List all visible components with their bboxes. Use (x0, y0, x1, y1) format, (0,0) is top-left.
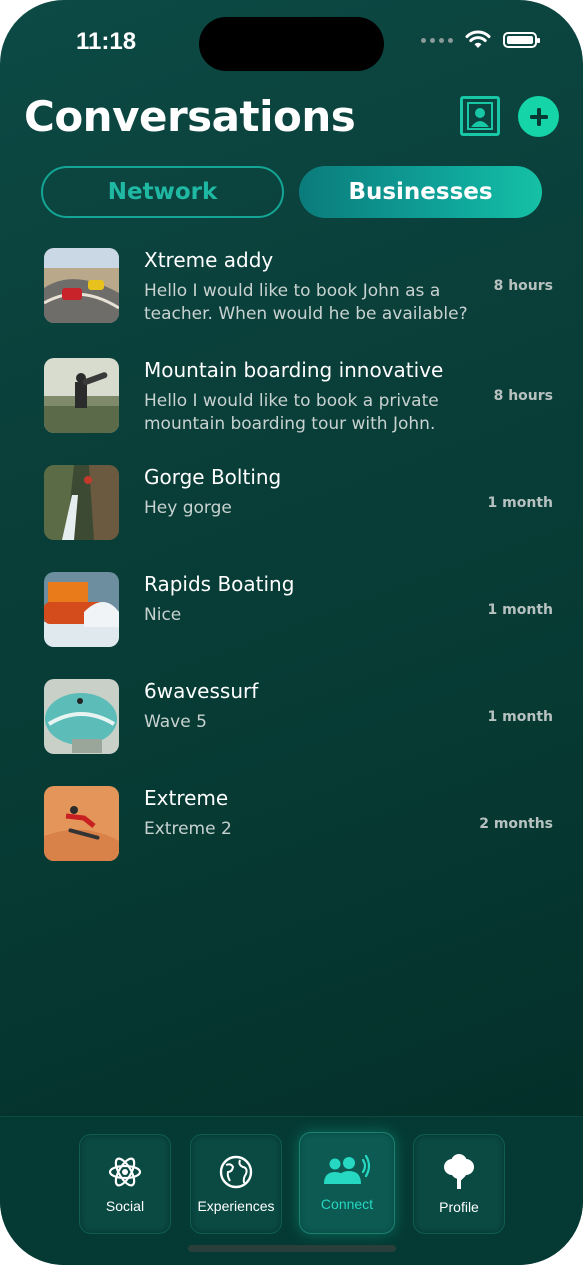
battery-icon (503, 32, 540, 48)
conversation-name: Gorge Bolting (144, 465, 282, 489)
conversation-message: Extreme 2 (144, 819, 232, 839)
wifi-icon (465, 30, 491, 48)
conversation-message: Wave 5 (144, 712, 207, 732)
conversation-message: Hey gorge (144, 498, 232, 518)
conversation-name: Extreme (144, 786, 229, 810)
phone-screen: 11:18 Conversations Network Businesses X… (0, 0, 583, 1265)
conversation-avatar (44, 248, 119, 323)
conversation-row[interactable]: Mountain boarding innovative Hello I wou… (0, 346, 583, 453)
conversation-time: 2 months (479, 816, 553, 832)
conversation-message: Hello I would like to book a private mou… (144, 391, 439, 434)
conversation-avatar (44, 679, 119, 754)
tab-bar: Social Experiences Connect Profile (0, 1116, 583, 1265)
conversation-name: 6wavessurf (144, 679, 259, 703)
status-time: 11:18 (76, 28, 137, 55)
conversation-row[interactable]: Rapids Boating Nice 1 month (0, 560, 583, 667)
conversation-avatar (44, 465, 119, 540)
tab-label: Profile (439, 1199, 479, 1215)
conversation-avatar (44, 358, 119, 433)
tab-label: Connect (320, 1196, 374, 1212)
tab-social[interactable]: Social (79, 1134, 171, 1234)
dynamic-island (199, 17, 384, 71)
conversation-row[interactable]: Extreme Extreme 2 2 months (0, 774, 583, 881)
tab-label: Experiences (197, 1198, 275, 1214)
conversation-list: Xtreme addy Hello I would like to book J… (0, 236, 583, 881)
tab-businesses[interactable]: Businesses (299, 166, 542, 218)
conversation-time: 8 hours (493, 388, 553, 404)
conversation-time: 1 month (487, 495, 553, 511)
signal-icon (421, 37, 453, 43)
contacts-button[interactable] (460, 96, 500, 136)
conversation-time: 1 month (487, 602, 553, 618)
tab-profile[interactable]: Profile (413, 1134, 505, 1234)
tab-network[interactable]: Network (41, 166, 284, 218)
conversation-row[interactable]: Xtreme addy Hello I would like to book J… (0, 236, 583, 343)
conversation-time: 8 hours (493, 278, 553, 294)
tab-label: Social (105, 1198, 145, 1214)
conversation-avatar (44, 786, 119, 861)
page-title: Conversations (24, 92, 356, 141)
contact-card-icon (467, 102, 493, 130)
atom-icon (108, 1157, 142, 1187)
plus-icon (529, 107, 548, 126)
globe-icon (219, 1155, 253, 1189)
conversation-time: 1 month (487, 709, 553, 725)
conversation-name: Rapids Boating (144, 572, 295, 596)
conversation-message: Hello I would like to book John as a tea… (144, 281, 468, 324)
conversation-avatar (44, 572, 119, 647)
new-conversation-button[interactable] (518, 96, 559, 137)
conversation-name: Mountain boarding innovative (144, 358, 444, 382)
people-icon (324, 1154, 371, 1184)
conversation-message: Nice (144, 605, 182, 625)
home-indicator[interactable] (188, 1245, 396, 1252)
tab-experiences[interactable]: Experiences (190, 1134, 282, 1234)
tree-icon (444, 1154, 474, 1189)
status-icons (421, 30, 540, 50)
conversation-row[interactable]: 6wavessurf Wave 5 1 month (0, 667, 583, 774)
tab-connect[interactable]: Connect (299, 1132, 395, 1234)
conversation-row[interactable]: Gorge Bolting Hey gorge 1 month (0, 453, 583, 560)
conversation-name: Xtreme addy (144, 248, 274, 272)
